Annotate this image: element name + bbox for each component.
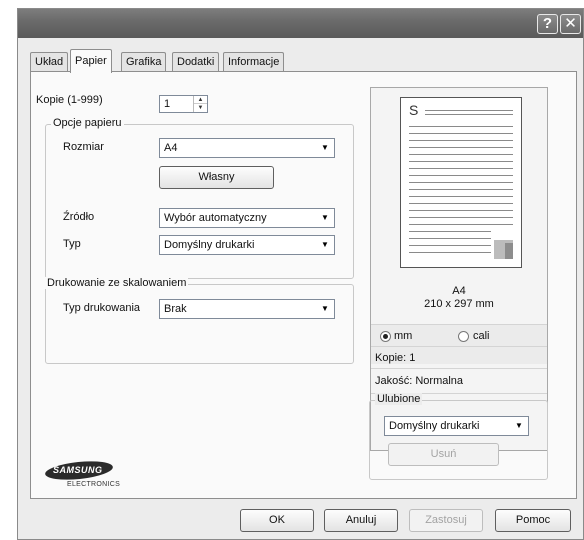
- unit-mm-label: mm: [394, 330, 413, 342]
- logo-sub: ELECTRONICS: [67, 481, 121, 488]
- text-line: [425, 110, 513, 111]
- print-type-label: Typ drukowania: [63, 302, 141, 314]
- custom-size-button[interactable]: Własny: [159, 166, 274, 189]
- tab-paper[interactable]: Papier: [70, 49, 112, 73]
- text-line: [409, 154, 513, 155]
- custom-size-label: Własny: [198, 171, 235, 183]
- print-type-value: Brak: [164, 303, 187, 315]
- paper-dimensions: 210 x 297 mm: [424, 298, 494, 310]
- type-label: Typ: [63, 238, 81, 250]
- text-line: [409, 126, 513, 127]
- title-bar: ? ✕: [18, 9, 583, 38]
- close-icon: ✕: [564, 15, 577, 32]
- cancel-label: Anuluj: [345, 514, 377, 526]
- size-value: A4: [164, 142, 178, 154]
- tab-layout[interactable]: Układ: [30, 52, 69, 72]
- tab-label: Grafika: [126, 56, 162, 68]
- tab-label: Informacje: [228, 56, 280, 68]
- size-label: Rozmiar: [63, 141, 104, 153]
- chevron-down-icon[interactable]: ▼: [317, 237, 333, 253]
- apply-label: Zastosuj: [425, 514, 467, 526]
- copies-stepper-arrows: ▲ ▼: [193, 96, 207, 112]
- text-line: [409, 217, 513, 218]
- preview-copies: Kopie: 1: [375, 352, 416, 364]
- source-select[interactable]: Wybór automatyczny ▼: [159, 208, 335, 228]
- tab-label: Dodatki: [177, 56, 215, 68]
- tab-label: Papier: [75, 55, 107, 67]
- help-title-button[interactable]: ?: [537, 14, 558, 34]
- help-label: Pomoc: [515, 514, 551, 526]
- text-line: [409, 231, 491, 232]
- copies-stepper[interactable]: 1 ▲ ▼: [159, 95, 208, 113]
- type-select[interactable]: Domyślny drukarki ▼: [159, 235, 335, 255]
- scaling-title: Drukowanie ze skalowaniem: [45, 277, 189, 289]
- text-line: [409, 210, 513, 211]
- tab-information[interactable]: Informacje: [223, 52, 285, 72]
- image-placeholder-icon: [494, 240, 513, 259]
- chevron-down-icon[interactable]: ▼: [317, 301, 333, 317]
- source-value: Wybór automatyczny: [164, 212, 267, 224]
- chevron-down-icon[interactable]: ▼: [317, 210, 333, 226]
- chevron-down-icon[interactable]: ▼: [317, 140, 333, 156]
- text-line: [409, 182, 513, 183]
- text-line: [409, 196, 513, 197]
- text-line: [409, 224, 513, 225]
- text-line: [409, 168, 513, 169]
- arrow-down-icon[interactable]: ▼: [194, 104, 207, 112]
- text-line: [425, 114, 513, 115]
- text-line: [409, 161, 513, 162]
- type-value: Domyślny drukarki: [164, 239, 255, 251]
- preview-quality: Jakość: Normalna: [375, 375, 464, 387]
- copies-label: Kopie (1-999): [36, 94, 103, 106]
- page-letter: S: [409, 102, 419, 118]
- close-button[interactable]: ✕: [560, 14, 581, 34]
- cancel-button[interactable]: Anuluj: [324, 509, 398, 532]
- logo-brand: SAMSUNG: [53, 465, 103, 475]
- text-line: [409, 245, 491, 246]
- unit-inch-label: cali: [473, 330, 490, 342]
- paper-options-title: Opcje papieru: [51, 117, 124, 129]
- paper-name: A4: [452, 285, 466, 297]
- copies-value[interactable]: 1: [164, 98, 170, 110]
- unit-inch-radio[interactable]: [458, 331, 469, 342]
- samsung-logo: SAMSUNG ELECTRONICS: [44, 458, 120, 488]
- unit-mm-radio[interactable]: [380, 331, 391, 342]
- text-line: [409, 238, 491, 239]
- text-line: [409, 147, 513, 148]
- favorites-title: Ulubione: [375, 393, 423, 405]
- size-select[interactable]: A4 ▼: [159, 138, 335, 158]
- help-icon: ?: [542, 15, 553, 32]
- arrow-up-icon[interactable]: ▲: [194, 96, 207, 104]
- printer-properties-dialog: ? ✕ Układ Papier Grafika Dodatki Informa…: [17, 8, 584, 540]
- chevron-down-icon[interactable]: ▼: [511, 418, 527, 434]
- divider: [371, 368, 547, 369]
- ok-label: OK: [269, 514, 285, 526]
- page-thumbnail: S: [400, 97, 522, 268]
- favorites-value: Domyślny drukarki: [389, 420, 480, 432]
- text-line: [409, 203, 513, 204]
- favorites-select[interactable]: Domyślny drukarki ▼: [384, 416, 529, 436]
- text-line: [409, 133, 513, 134]
- help-button[interactable]: Pomoc: [495, 509, 571, 532]
- scaling-group: [45, 284, 354, 364]
- text-line: [409, 189, 513, 190]
- print-type-select[interactable]: Brak ▼: [159, 299, 335, 319]
- source-label: Źródło: [63, 211, 95, 223]
- favorites-group: [369, 400, 548, 480]
- delete-favorite-button[interactable]: Usuń: [388, 443, 499, 466]
- apply-button[interactable]: Zastosuj: [409, 509, 483, 532]
- delete-favorite-label: Usuń: [430, 448, 457, 460]
- divider: [371, 346, 547, 347]
- text-line: [409, 175, 513, 176]
- tab-graphics[interactable]: Grafika: [121, 52, 167, 72]
- text-line: [409, 140, 513, 141]
- text-line: [409, 252, 491, 253]
- tab-label: Układ: [35, 56, 64, 68]
- tab-extras[interactable]: Dodatki: [172, 52, 220, 72]
- ok-button[interactable]: OK: [240, 509, 314, 532]
